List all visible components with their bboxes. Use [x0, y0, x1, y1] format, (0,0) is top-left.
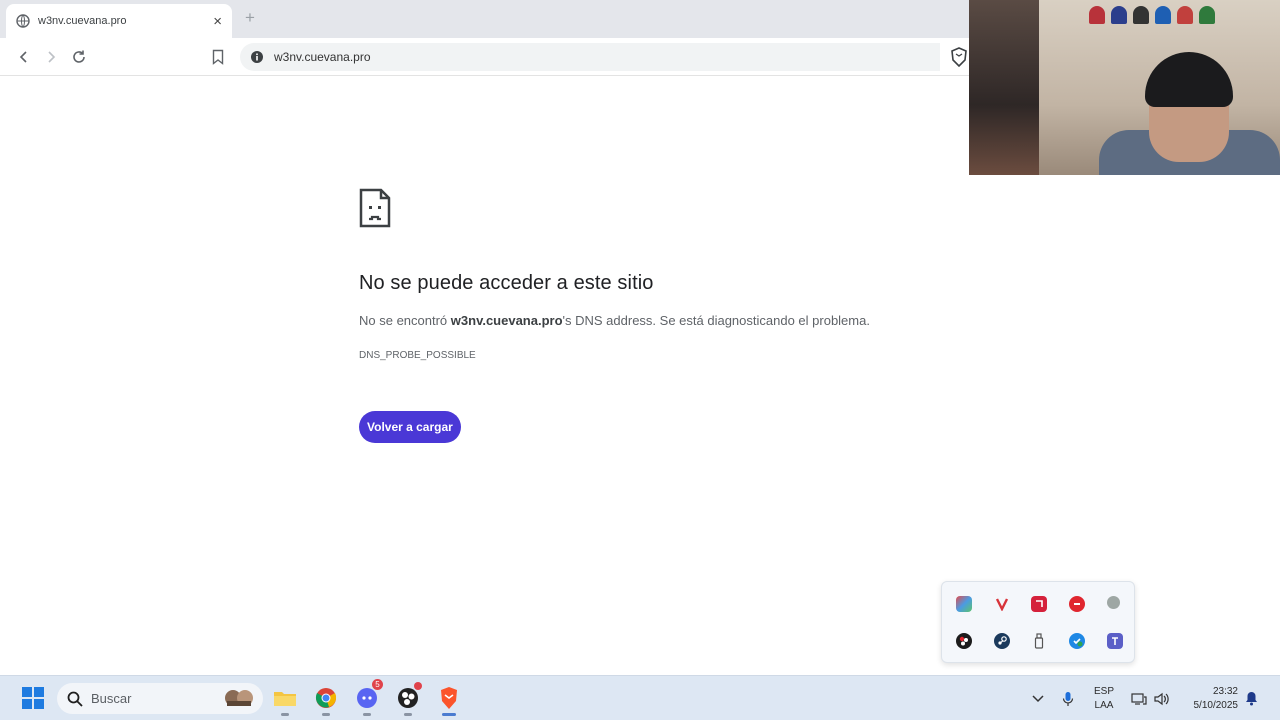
taskbar-search[interactable]: Buscar	[57, 683, 263, 714]
usb-icon[interactable]	[1031, 633, 1047, 649]
status-dot-icon[interactable]	[1107, 596, 1120, 609]
error-page: No se puede acceder a este sitio No se e…	[359, 188, 959, 443]
error-desc-suffix: 's DNS address. Se está diagnosticando e…	[562, 313, 870, 328]
error-code[interactable]: DNS_PROBE_POSSIBLE	[359, 350, 959, 361]
new-tab-button[interactable]: +	[245, 8, 255, 28]
nvidia-broadcast-icon[interactable]	[956, 596, 972, 612]
webcam-overlay	[969, 0, 1280, 175]
close-icon[interactable]: ×	[213, 13, 222, 30]
vivaldi-icon[interactable]	[994, 596, 1010, 612]
volume-icon[interactable]	[1152, 676, 1172, 720]
address-bar[interactable]: w3nv.cuevana.pro	[240, 43, 940, 71]
steam-icon[interactable]	[994, 633, 1010, 649]
brave-shield-icon[interactable]	[950, 47, 968, 68]
error-title: No se puede acceder a este sitio	[359, 272, 654, 294]
search-highlight-icon	[225, 690, 253, 706]
tray-overflow-popup	[941, 581, 1135, 663]
forward-button[interactable]	[41, 47, 61, 67]
search-icon	[67, 691, 83, 707]
search-placeholder: Buscar	[91, 691, 132, 706]
reload-page-button[interactable]: Volver a cargar	[359, 411, 461, 443]
reload-button[interactable]	[69, 47, 89, 67]
language-indicator[interactable]: ESP LAA	[1088, 676, 1120, 720]
chrome-icon[interactable]	[312, 684, 340, 716]
file-explorer-icon[interactable]	[271, 684, 299, 716]
defender-icon[interactable]	[1069, 633, 1085, 649]
tab-title: w3nv.cuevana.pro	[38, 15, 127, 27]
clock[interactable]: 23:32 5/10/2025	[1180, 676, 1239, 720]
discord-icon[interactable]: 5	[353, 679, 383, 716]
sad-page-icon	[359, 188, 391, 228]
globe-icon	[16, 14, 30, 28]
error-description: No se encontró w3nv.cuevana.pro's DNS ad…	[359, 313, 959, 328]
url-text[interactable]: w3nv.cuevana.pro	[274, 50, 371, 64]
network-icon[interactable]	[1130, 676, 1148, 720]
error-desc-prefix: No se encontró	[359, 313, 451, 328]
show-hidden-icons-button[interactable]	[1027, 676, 1049, 720]
taskbar: Buscar 5 ESP LAA 23:32 5/10/2025	[0, 675, 1280, 720]
info-icon[interactable]	[250, 50, 264, 64]
clock-time: 23:32	[1212, 685, 1238, 697]
browser-tab[interactable]: w3nv.cuevana.pro ×	[6, 4, 232, 38]
chevron-down-icon	[1032, 694, 1044, 702]
chevron-left-icon	[19, 51, 27, 63]
language-line2: LAA	[1094, 699, 1114, 711]
microphone-icon[interactable]	[1058, 676, 1078, 720]
bookmark-icon	[212, 49, 224, 65]
amd-icon[interactable]	[1031, 596, 1047, 612]
windows-start-icon[interactable]	[22, 687, 44, 709]
red-record-icon[interactable]	[1069, 596, 1085, 612]
teams-icon[interactable]	[1107, 633, 1123, 649]
brave-icon[interactable]	[435, 684, 463, 716]
error-desc-host: w3nv.cuevana.pro	[450, 313, 563, 328]
discord-badge: 5	[372, 679, 383, 690]
clock-date: 5/10/2025	[1193, 699, 1239, 711]
notification-bell-icon[interactable]	[1242, 676, 1260, 720]
reload-icon	[73, 50, 85, 63]
chevron-right-icon	[48, 51, 56, 63]
obs-icon[interactable]	[956, 633, 972, 649]
recording-dot-icon	[414, 682, 422, 690]
back-button[interactable]	[14, 47, 34, 67]
bookmark-button[interactable]	[208, 47, 228, 67]
language-line1: ESP	[1093, 685, 1114, 697]
obs-studio-icon[interactable]	[394, 682, 422, 716]
